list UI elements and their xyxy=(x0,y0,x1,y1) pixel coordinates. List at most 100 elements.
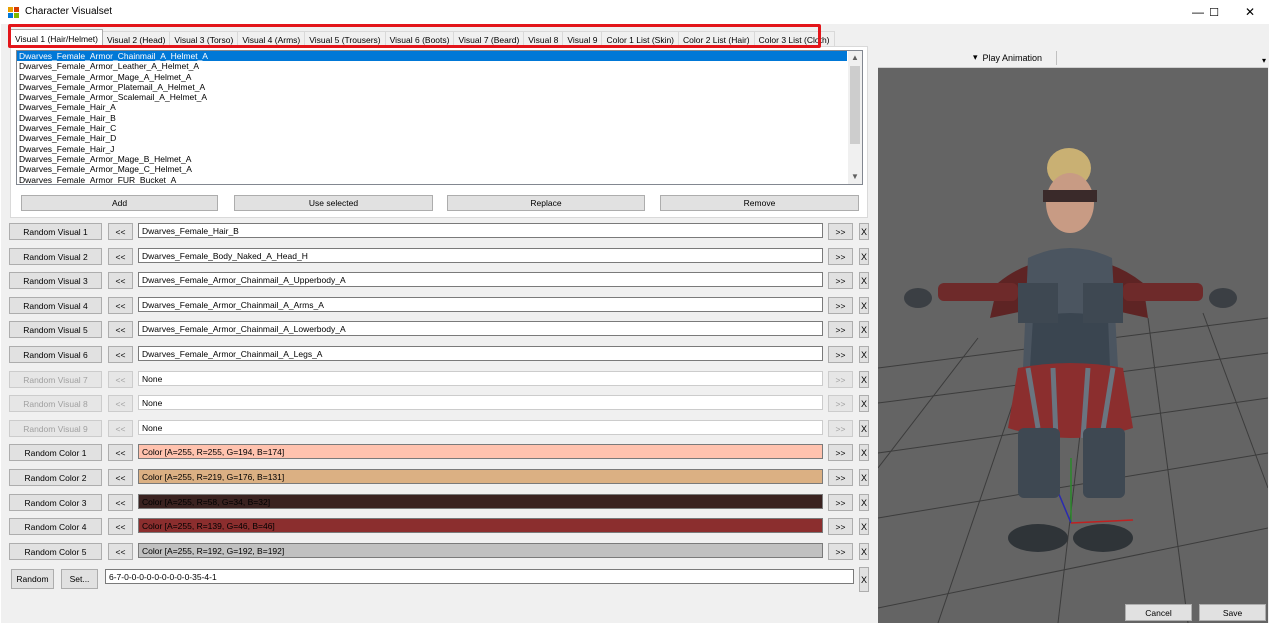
random-visual-5-button[interactable]: Random Visual 5 xyxy=(9,321,102,338)
visual-value-field[interactable]: None xyxy=(138,371,823,386)
tab-visual-8[interactable]: Visual 8 xyxy=(523,31,564,47)
prev-button[interactable]: << xyxy=(108,543,133,560)
random-color-3-button[interactable]: Random Color 3 xyxy=(9,494,102,511)
next-button[interactable]: >> xyxy=(828,395,853,412)
tab-visual-1[interactable]: Visual 1 (Hair/Helmet) xyxy=(10,29,103,47)
random-button[interactable]: Random xyxy=(11,569,54,589)
next-button[interactable]: >> xyxy=(828,321,853,338)
clear-code-button[interactable]: X xyxy=(859,567,869,592)
tab-color-1[interactable]: Color 1 List (Skin) xyxy=(601,31,680,47)
set-button[interactable]: Set... xyxy=(61,569,98,589)
clear-button[interactable]: X xyxy=(859,543,869,560)
prev-button[interactable]: << xyxy=(108,223,133,240)
use-selected-button[interactable]: Use selected xyxy=(234,195,433,211)
list-scrollbar[interactable]: ▲ ▼ xyxy=(848,51,862,184)
prev-button[interactable]: << xyxy=(108,321,133,338)
random-color-2-button[interactable]: Random Color 2 xyxy=(9,469,102,486)
cancel-button[interactable]: Cancel xyxy=(1125,604,1192,621)
prev-button[interactable]: << xyxy=(108,469,133,486)
toolbar-overflow-icon[interactable]: ▾ xyxy=(1262,56,1266,65)
random-color-4-button[interactable]: Random Color 4 xyxy=(9,518,102,535)
clear-button[interactable]: X xyxy=(859,346,869,363)
clear-button[interactable]: X xyxy=(859,469,869,486)
scroll-down-icon[interactable]: ▼ xyxy=(848,170,862,184)
color-value-field[interactable]: Color [A=255, R=139, G=46, B=46] xyxy=(138,518,823,533)
tab-color-2[interactable]: Color 2 List (Hair) xyxy=(678,31,755,47)
visual-value-field[interactable]: Dwarves_Female_Armor_Chainmail_A_Legs_A xyxy=(138,346,823,361)
prev-button[interactable]: << xyxy=(108,272,133,289)
clear-button[interactable]: X xyxy=(859,494,869,511)
prev-button[interactable]: << xyxy=(108,494,133,511)
random-visual-3-button[interactable]: Random Visual 3 xyxy=(9,272,102,289)
list-item[interactable]: Dwarves_Female_Armor_Scalemail_A_Helmet_… xyxy=(17,92,862,102)
tab-visual-6[interactable]: Visual 6 (Boots) xyxy=(384,31,455,47)
random-visual-8-button[interactable]: Random Visual 8 xyxy=(9,395,102,412)
next-button[interactable]: >> xyxy=(828,543,853,560)
tab-visual-3[interactable]: Visual 3 (Torso) xyxy=(169,31,239,47)
prev-button[interactable]: << xyxy=(108,395,133,412)
clear-button[interactable]: X xyxy=(859,420,869,437)
play-animation-dropdown[interactable]: ▾ Play Animation xyxy=(973,52,1042,63)
tab-visual-4[interactable]: Visual 4 (Arms) xyxy=(237,31,306,47)
tab-visual-5[interactable]: Visual 5 (Trousers) xyxy=(304,31,386,47)
clear-button[interactable]: X xyxy=(859,371,869,388)
prev-button[interactable]: << xyxy=(108,346,133,363)
scroll-up-icon[interactable]: ▲ xyxy=(848,51,862,65)
scroll-thumb[interactable] xyxy=(850,66,860,144)
tab-visual-9[interactable]: Visual 9 xyxy=(562,31,603,47)
tab-color-3[interactable]: Color 3 List (Cloth) xyxy=(753,31,835,47)
clear-button[interactable]: X xyxy=(859,297,869,314)
list-item[interactable]: Dwarves_Female_Armor_FUR_Bucket_A xyxy=(17,175,862,184)
clear-button[interactable]: X xyxy=(859,518,869,535)
next-button[interactable]: >> xyxy=(828,346,853,363)
list-item[interactable]: Dwarves_Female_Hair_A xyxy=(17,102,862,112)
prev-button[interactable]: << xyxy=(108,444,133,461)
remove-button[interactable]: Remove xyxy=(660,195,859,211)
random-visual-1-button[interactable]: Random Visual 1 xyxy=(9,223,102,240)
next-button[interactable]: >> xyxy=(828,297,853,314)
random-visual-9-button[interactable]: Random Visual 9 xyxy=(9,420,102,437)
next-button[interactable]: >> xyxy=(828,248,853,265)
next-button[interactable]: >> xyxy=(828,494,853,511)
prev-button[interactable]: << xyxy=(108,248,133,265)
replace-button[interactable]: Replace xyxy=(447,195,645,211)
next-button[interactable]: >> xyxy=(828,223,853,240)
clear-button[interactable]: X xyxy=(859,395,869,412)
add-button[interactable]: Add xyxy=(21,195,218,211)
prev-button[interactable]: << xyxy=(108,297,133,314)
tab-visual-2[interactable]: Visual 2 (Head) xyxy=(101,31,171,47)
list-item[interactable]: Dwarves_Female_Armor_Mage_A_Helmet_A xyxy=(17,72,862,82)
prev-button[interactable]: << xyxy=(108,518,133,535)
clear-button[interactable]: X xyxy=(859,444,869,461)
visual-listbox[interactable]: Dwarves_Female_Armor_Chainmail_A_Helmet_… xyxy=(16,50,863,185)
random-visual-6-button[interactable]: Random Visual 6 xyxy=(9,346,102,363)
preview-viewport[interactable]: ▾ Play Animation ▾ xyxy=(878,48,1268,623)
visual-value-field[interactable]: Dwarves_Female_Hair_B xyxy=(138,223,823,238)
color-value-field[interactable]: Color [A=255, R=255, G=194, B=174] xyxy=(138,444,823,459)
color-value-field[interactable]: Color [A=255, R=58, G=34, B=32] xyxy=(138,494,823,509)
random-visual-7-button[interactable]: Random Visual 7 xyxy=(9,371,102,388)
prev-button[interactable]: << xyxy=(108,420,133,437)
clear-button[interactable]: X xyxy=(859,272,869,289)
color-value-field[interactable]: Color [A=255, R=219, G=176, B=131] xyxy=(138,469,823,484)
visual-value-field[interactable]: None xyxy=(138,420,823,435)
next-button[interactable]: >> xyxy=(828,371,853,388)
list-item[interactable]: Dwarves_Female_Armor_Mage_B_Helmet_A xyxy=(17,154,862,164)
visual-value-field[interactable]: Dwarves_Female_Armor_Chainmail_A_Lowerbo… xyxy=(138,321,823,336)
list-item[interactable]: Dwarves_Female_Hair_J xyxy=(17,144,862,154)
visual-value-field[interactable]: Dwarves_Female_Body_Naked_A_Head_H xyxy=(138,248,823,263)
list-item[interactable]: Dwarves_Female_Hair_C xyxy=(17,123,862,133)
prev-button[interactable]: << xyxy=(108,371,133,388)
visual-value-field[interactable]: None xyxy=(138,395,823,410)
list-item[interactable]: Dwarves_Female_Armor_Platemail_A_Helmet_… xyxy=(17,82,862,92)
next-button[interactable]: >> xyxy=(828,469,853,486)
random-color-1-button[interactable]: Random Color 1 xyxy=(9,444,102,461)
random-visual-4-button[interactable]: Random Visual 4 xyxy=(9,297,102,314)
tab-visual-7[interactable]: Visual 7 (Beard) xyxy=(453,31,525,47)
close-button[interactable]: ✕ xyxy=(1233,0,1267,24)
color-value-field[interactable]: Color [A=255, R=192, G=192, B=192] xyxy=(138,543,823,558)
list-item[interactable]: Dwarves_Female_Hair_B xyxy=(17,113,862,123)
list-item[interactable]: Dwarves_Female_Armor_Leather_A_Helmet_A xyxy=(17,61,862,71)
random-visual-2-button[interactable]: Random Visual 2 xyxy=(9,248,102,265)
next-button[interactable]: >> xyxy=(828,444,853,461)
